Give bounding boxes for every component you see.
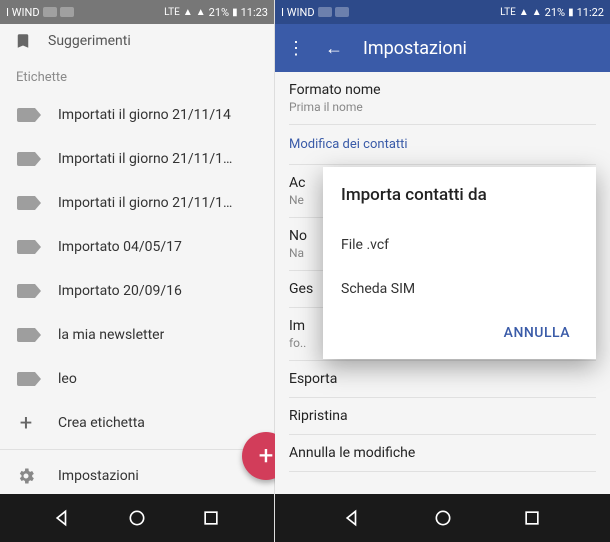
dialog-option-vcf[interactable]: File .vcf: [341, 223, 578, 267]
tag-icon: [16, 369, 36, 389]
row-restore[interactable]: Ripristina: [289, 398, 596, 435]
drawer-item-label: Importati il giorno 21/11/1…: [58, 195, 232, 211]
drawer-item-label: la mia newsletter: [58, 327, 164, 343]
drawer-item-label-1[interactable]: Importati il giorno 21/11/1…: [0, 137, 274, 181]
divider: [0, 449, 274, 450]
notif-icon: [43, 7, 57, 17]
import-dialog: Importa contatti da File .vcf Scheda SIM…: [323, 167, 596, 359]
lte-icon: LTE: [500, 7, 516, 18]
drawer-item-label-0[interactable]: Importati il giorno 21/11/14: [0, 93, 274, 137]
drawer-item-label: leo: [58, 371, 77, 387]
clock: 11:22: [577, 6, 604, 19]
drawer-item-settings[interactable]: Impostazioni: [0, 454, 274, 498]
carrier-label: I WIND: [6, 6, 40, 19]
dialog-title: Importa contatti da: [341, 185, 578, 205]
nav-bar: [275, 494, 610, 542]
row-primary: Ripristina: [289, 408, 596, 424]
clock: 11:23: [241, 6, 268, 19]
nav-recent-button[interactable]: [521, 507, 543, 529]
drawer-item-label: Importati il giorno 21/11/1…: [58, 151, 232, 167]
battery-icon: ▮: [232, 7, 238, 18]
nav-bar: [0, 494, 274, 542]
page-title: Impostazioni: [363, 38, 467, 59]
drawer-item-label: Importato 04/05/17: [58, 239, 182, 255]
nav-home-button[interactable]: [126, 507, 148, 529]
row-primary: Annulla le modifiche: [289, 445, 596, 461]
drawer-item-label-3[interactable]: Importato 04/05/17: [0, 225, 274, 269]
dialog-option-sim[interactable]: Scheda SIM: [341, 267, 578, 311]
battery-label: 21%: [209, 6, 229, 19]
notif-icon: [318, 7, 332, 17]
drawer-item-label: Importato 20/09/16: [58, 283, 182, 299]
tag-icon: [16, 325, 36, 345]
nav-back-button[interactable]: [52, 507, 74, 529]
nav-recent-button[interactable]: [200, 507, 222, 529]
row-undo[interactable]: Annulla le modifiche: [289, 435, 596, 472]
tag-icon: [16, 281, 36, 301]
back-arrow-icon[interactable]: ←: [325, 38, 343, 59]
plus-icon: +: [16, 413, 36, 433]
row-primary: Esporta: [289, 371, 596, 387]
signal-icon: ▲: [196, 7, 206, 18]
row-primary: Formato nome: [289, 82, 596, 98]
nav-back-button[interactable]: [342, 507, 364, 529]
drawer-item-label-2[interactable]: Importati il giorno 21/11/1…: [0, 181, 274, 225]
bookmark-icon: [14, 32, 32, 50]
menu-icon[interactable]: ⋮: [287, 38, 305, 59]
status-bar: I WIND LTE ▲ ▲ 21% ▮ 11:22: [275, 0, 610, 24]
notif-icon: [60, 7, 74, 17]
drawer-item-label-5[interactable]: la mia newsletter: [0, 313, 274, 357]
row-edit-contacts[interactable]: Modifica dei contatti: [289, 125, 596, 165]
drawer-item-label-6[interactable]: leo: [0, 357, 274, 401]
tag-icon: [16, 237, 36, 257]
notif-icon: [335, 7, 349, 17]
left-screenshot: I WIND LTE ▲ ▲ 21% ▮ 11:23 Suggerimenti …: [0, 0, 275, 542]
battery-icon: ▮: [568, 7, 574, 18]
tag-icon: [16, 105, 36, 125]
gear-icon: [16, 466, 36, 486]
app-bar: ⋮ ← Impostazioni: [275, 24, 610, 72]
row-export[interactable]: Esporta: [289, 361, 596, 398]
plus-icon: +: [259, 441, 274, 471]
drawer-item-create-label[interactable]: + Crea etichetta: [0, 401, 274, 445]
drawer-item-label: Suggerimenti: [48, 33, 131, 49]
drawer-item-label-4[interactable]: Importato 20/09/16: [0, 269, 274, 313]
row-name-format[interactable]: Formato nome Prima il nome: [289, 72, 596, 125]
row-secondary: Prima il nome: [289, 100, 596, 114]
status-bar: I WIND LTE ▲ ▲ 21% ▮ 11:23: [0, 0, 274, 24]
battery-label: 21%: [545, 6, 565, 19]
signal-icon: ▲: [532, 7, 542, 18]
signal-icon: ▲: [519, 7, 529, 18]
signal-icon: ▲: [183, 7, 193, 18]
dialog-cancel-button[interactable]: ANNULLA: [496, 319, 578, 347]
drawer-item-label: Impostazioni: [58, 468, 139, 484]
tag-icon: [16, 149, 36, 169]
drawer-item-label: Importati il giorno 21/11/14: [58, 107, 231, 123]
section-header-labels: Etichette: [0, 58, 274, 93]
drawer-item-suggestions[interactable]: Suggerimenti: [0, 24, 274, 58]
tag-icon: [16, 193, 36, 213]
lte-icon: LTE: [164, 7, 180, 18]
carrier-label: I WIND: [281, 6, 315, 19]
drawer-item-label: Crea etichetta: [58, 415, 145, 431]
right-screenshot: I WIND LTE ▲ ▲ 21% ▮ 11:22 ⋮ ← Impostazi…: [275, 0, 610, 542]
nav-home-button[interactable]: [432, 507, 454, 529]
